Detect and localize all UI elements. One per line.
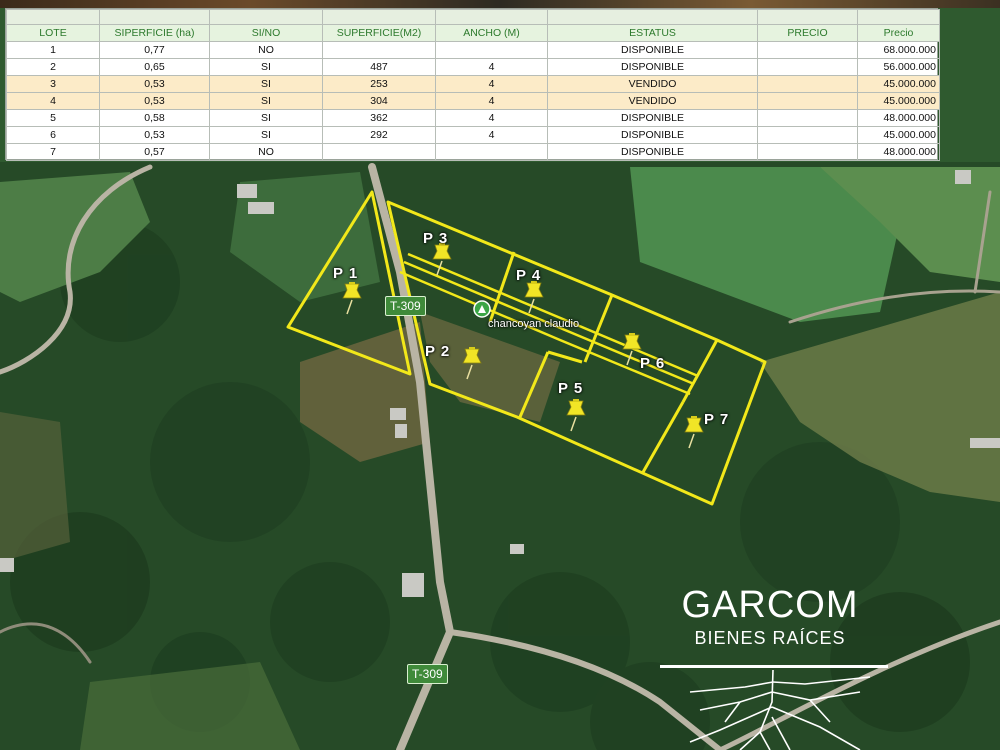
- satellite-map: T-309 T-309 chancoyan claudio P 1 P 2 P …: [0, 162, 1000, 750]
- table-cell-lote: 7: [6, 143, 100, 161]
- table-cell-precio2: 45.000.000: [857, 92, 940, 110]
- table-cell-precio2: 68.000.000: [857, 41, 940, 59]
- lot-label-p4: P 4: [516, 267, 542, 284]
- lot-label-p7: P 7: [704, 411, 730, 428]
- table-cell-ancho: 4: [435, 109, 548, 127]
- table-cell-ha: 0,65: [99, 58, 210, 76]
- table-cell-ha: 0,77: [99, 41, 210, 59]
- table-cell-m2: 487: [322, 58, 436, 76]
- brand-name: GARCOM: [681, 584, 859, 626]
- table-cell-sino: SI: [209, 58, 323, 76]
- lots-table: LOTE SIPERFICIE (ha) SI/NO SUPERFICIE(M2…: [5, 8, 940, 161]
- table-row: 6 0,53 SI 292 4 DISPONIBLE 45.000.000: [6, 126, 940, 144]
- table-cell-ancho: [435, 41, 548, 59]
- table-cell-ancho: 4: [435, 126, 548, 144]
- table-cell-ha: 0,57: [99, 143, 210, 161]
- table-cell-ancho: 4: [435, 92, 548, 110]
- table-cell-estatus: DISPONIBLE: [547, 126, 758, 144]
- header-ancho: ANCHO (M): [435, 24, 548, 42]
- table-row: 5 0,58 SI 362 4 DISPONIBLE 48.000.000: [6, 109, 940, 127]
- table-row: 7 0,57 NO DISPONIBLE 48.000.000: [6, 143, 940, 161]
- table-row: 3 0,53 SI 253 4 VENDIDO 45.000.000: [6, 75, 940, 93]
- table-row: 4 0,53 SI 304 4 VENDIDO 45.000.000: [6, 92, 940, 110]
- table-cell-precio2: 56.000.000: [857, 58, 940, 76]
- header-estatus: ESTATUS: [547, 24, 758, 42]
- table-cell-ha: 0,53: [99, 92, 210, 110]
- table-cell-precio2: 45.000.000: [857, 126, 940, 144]
- header-precio: PRECIO: [757, 24, 858, 42]
- table-cell-lote: 4: [6, 92, 100, 110]
- table-cell-ancho: 4: [435, 58, 548, 76]
- table-cell-sino: SI: [209, 75, 323, 93]
- lot-label-p1: P 1: [333, 265, 359, 282]
- table-cell-estatus: DISPONIBLE: [547, 41, 758, 59]
- table-cell-precio2: 45.000.000: [857, 75, 940, 93]
- table-cell-ha: 0,58: [99, 109, 210, 127]
- table-cell-ancho: [435, 143, 548, 161]
- table-cell-ha: 0,53: [99, 126, 210, 144]
- table-cell-estatus: DISPONIBLE: [547, 143, 758, 161]
- table-cell-precio: [757, 92, 858, 110]
- table-cell-precio2: 48.000.000: [857, 143, 940, 161]
- header-superficie-ha: SIPERFICIE (ha): [99, 24, 210, 42]
- table-cell-ancho: 4: [435, 75, 548, 93]
- table-cell-ha: 0,53: [99, 75, 210, 93]
- table-cell-precio: [757, 75, 858, 93]
- table-cell-sino: SI: [209, 109, 323, 127]
- road-sign-t309-south: T-309: [407, 664, 448, 684]
- header-precio-value: Precio: [857, 24, 940, 42]
- table-cell-sino: NO: [209, 41, 323, 59]
- road-sign-t309-north: T-309: [385, 296, 426, 316]
- map-canvas: [0, 162, 1000, 750]
- table-cell-precio2: 48.000.000: [857, 109, 940, 127]
- top-photo-strip: [0, 0, 1000, 8]
- table-cell-lote: 6: [6, 126, 100, 144]
- table-cell-estatus: DISPONIBLE: [547, 58, 758, 76]
- table-cell-lote: 5: [6, 109, 100, 127]
- table-cell-sino: NO: [209, 143, 323, 161]
- brand-subtitle: BIENES RAÍCES: [694, 628, 846, 648]
- lot-label-p2: P 2: [425, 343, 451, 360]
- lot-label-p5: P 5: [558, 380, 584, 397]
- table-cell-precio: [757, 126, 858, 144]
- table-cell-estatus: VENDIDO: [547, 92, 758, 110]
- field-west: [0, 412, 70, 562]
- table-cell-sino: SI: [209, 92, 323, 110]
- header-superficie-m2: SUPERFICIE(M2): [322, 24, 436, 42]
- table-cell-lote: 2: [6, 58, 100, 76]
- table-header-row: LOTE SIPERFICIE (ha) SI/NO SUPERFICIE(M2…: [6, 24, 940, 42]
- table-cell-m2: 362: [322, 109, 436, 127]
- table-cell-precio: [757, 41, 858, 59]
- table-row: 1 0,77 NO DISPONIBLE 68.000.000: [6, 41, 940, 59]
- map-marker-icon[interactable]: [473, 300, 491, 318]
- table-cell-precio: [757, 58, 858, 76]
- blank-row: [6, 9, 940, 25]
- table-cell-precio: [757, 143, 858, 161]
- table-cell-m2: 292: [322, 126, 436, 144]
- brand-divider: [660, 665, 888, 668]
- table-cell-m2: 253: [322, 75, 436, 93]
- table-cell-lote: 1: [6, 41, 100, 59]
- lot-label-p3: P 3: [423, 230, 449, 247]
- table-cell-m2: [322, 41, 436, 59]
- table-cell-m2: [322, 143, 436, 161]
- table-cell-estatus: VENDIDO: [547, 75, 758, 93]
- header-lote: LOTE: [6, 24, 100, 42]
- table-row: 2 0,65 SI 487 4 DISPONIBLE 56.000.000: [6, 58, 940, 76]
- table-cell-sino: SI: [209, 126, 323, 144]
- table-cell-m2: 304: [322, 92, 436, 110]
- lot-label-p6: P 6: [640, 355, 666, 372]
- table-cell-estatus: DISPONIBLE: [547, 109, 758, 127]
- table-cell-lote: 3: [6, 75, 100, 93]
- place-name-label: chancoyan claudio: [488, 318, 580, 330]
- table-cell-precio: [757, 109, 858, 127]
- header-si-no: SI/NO: [209, 24, 323, 42]
